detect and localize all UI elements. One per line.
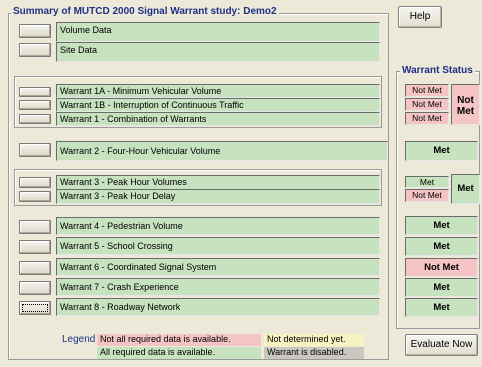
warrant-8-field: Warrant 8 - Roadway Network	[56, 298, 380, 316]
warrant-1b-button[interactable]	[19, 100, 51, 110]
status-warrant-5: Met	[405, 237, 478, 256]
status-warrant-1b: Not Met	[405, 98, 449, 111]
legend-not-all-data: Not all required data is available.	[97, 334, 261, 346]
warrant-7-field: Warrant 7 - Crash Experience	[56, 278, 380, 296]
warrant-1a-button[interactable]	[19, 87, 51, 97]
status-warrant-2: Met	[405, 141, 478, 161]
status-warrant-1-overall-line1: Not	[457, 95, 474, 106]
site-data-field: Site Data	[56, 42, 380, 62]
status-warrant-6: Not Met	[405, 258, 478, 277]
warrant-5-field: Warrant 5 - School Crossing	[56, 237, 380, 255]
status-warrant-1a: Not Met	[405, 84, 449, 97]
status-warrant-8: Met	[405, 298, 478, 317]
warrant-2-field: Warrant 2 - Four-Hour Vehicular Volume	[56, 141, 388, 161]
status-warrant-7: Met	[405, 278, 478, 297]
site-data-button[interactable]	[19, 43, 51, 57]
warrant-3-peak-delay-field: Warrant 3 - Peak Hour Delay	[56, 189, 380, 204]
legend-disabled: Warrant is disabled.	[264, 347, 364, 359]
status-warrant-1-overall: Not Met	[451, 84, 480, 125]
status-warrant-1-overall-line2: Met	[456, 106, 475, 117]
legend-not-determined: Not determined yet.	[264, 334, 364, 346]
warrant-3-peak-volumes-field: Warrant 3 - Peak Hour Volumes	[56, 175, 380, 190]
status-warrant-4: Met	[405, 216, 478, 235]
warrant-1-combination-button[interactable]	[19, 114, 51, 124]
volume-data-button[interactable]	[19, 24, 51, 38]
warrant-7-button[interactable]	[19, 281, 51, 295]
status-warrant-3-overall: Met	[451, 174, 480, 204]
warrant-4-field: Warrant 4 - Pedestrian Volume	[56, 217, 380, 235]
warrant-1b-field: Warrant 1B - Interruption of Continuous …	[56, 98, 380, 112]
warrant-1-combination-field: Warrant 1 - Combination of Warrants	[56, 112, 380, 126]
status-warrant-1-combination: Not Met	[405, 112, 449, 125]
evaluate-now-button[interactable]: Evaluate Now	[405, 334, 478, 356]
summary-group-title: Summary of MUTCD 2000 Signal Warrant stu…	[11, 6, 279, 18]
warrant-3-peak-delay-button[interactable]	[19, 191, 51, 202]
warrant-3-peak-volumes-button[interactable]	[19, 177, 51, 188]
status-warrant-3-peak-volumes: Met	[405, 176, 449, 188]
warrant-8-button[interactable]	[19, 301, 51, 315]
volume-data-field: Volume Data	[56, 22, 380, 42]
warrant-6-field: Warrant 6 - Coordinated Signal System	[56, 258, 380, 276]
help-button[interactable]: Help	[398, 6, 442, 28]
warrant-status-title: Warrant Status	[400, 65, 475, 77]
legend-title: Legend	[62, 334, 96, 345]
warrant-4-button[interactable]	[19, 220, 51, 234]
warrant-5-button[interactable]	[19, 240, 51, 254]
warrant-6-button[interactable]	[19, 261, 51, 275]
warrant-2-button[interactable]	[19, 143, 51, 157]
status-warrant-3-peak-delay: Not Met	[405, 189, 449, 202]
legend-all-data: All required data is available.	[97, 347, 261, 359]
warrant-1a-field: Warrant 1A - Minimum Vehicular Volume	[56, 84, 380, 98]
